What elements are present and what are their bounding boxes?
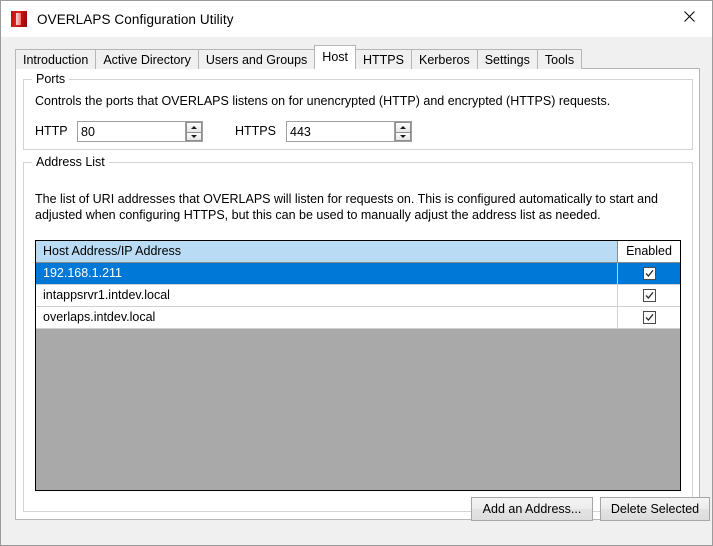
column-header-host-address[interactable]: Host Address/IP Address <box>36 241 618 262</box>
address-list-grid[interactable]: Host Address/IP Address Enabled 192.168.… <box>35 240 681 491</box>
enabled-checkbox[interactable] <box>642 311 656 324</box>
app-logo-icon <box>11 11 27 27</box>
table-row[interactable]: intappsrvr1.intdev.local <box>36 285 680 307</box>
https-port-field[interactable] <box>286 121 412 142</box>
address-list-description: The list of URI addresses that OVERLAPS … <box>35 192 658 222</box>
https-port-input[interactable] <box>287 122 394 141</box>
tab-kerberos[interactable]: Kerberos <box>410 49 478 69</box>
cell-enabled[interactable] <box>618 263 680 284</box>
tab-tools[interactable]: Tools <box>536 49 583 69</box>
title-bar: OVERLAPS Configuration Utility <box>1 1 712 37</box>
tab-introduction[interactable]: Introduction <box>15 49 97 69</box>
close-icon[interactable] <box>666 1 712 32</box>
https-spinner-up-icon[interactable] <box>395 122 411 132</box>
address-list-group-title: Address List <box>32 155 109 169</box>
add-an-address-button[interactable]: Add an Address... <box>471 497 593 521</box>
tab-users-and-groups[interactable]: Users and Groups <box>197 49 316 69</box>
application-window: OVERLAPS Configuration Utility Introduct… <box>0 0 713 546</box>
grid-header-row: Host Address/IP Address Enabled <box>36 241 680 263</box>
tab-strip: Introduction Active Directory Users and … <box>15 45 583 69</box>
enabled-checkbox[interactable] <box>642 267 656 280</box>
ports-group-title: Ports <box>32 72 70 86</box>
cell-enabled[interactable] <box>618 285 680 306</box>
https-port-spinner[interactable] <box>394 122 411 141</box>
cell-host-address: 192.168.1.211 <box>36 263 618 284</box>
tab-host[interactable]: Host <box>314 45 356 69</box>
cell-enabled[interactable] <box>618 307 680 328</box>
http-spinner-down-icon[interactable] <box>186 131 202 141</box>
ports-description: Controls the ports that OVERLAPS listens… <box>35 94 611 108</box>
tab-https[interactable]: HTTPS <box>355 49 412 69</box>
delete-selected-button[interactable]: Delete Selected <box>600 497 710 521</box>
cell-host-address: intappsrvr1.intdev.local <box>36 285 618 306</box>
ports-group-box: Ports Controls the ports that OVERLAPS l… <box>23 72 693 150</box>
tab-active-directory[interactable]: Active Directory <box>95 49 199 69</box>
http-port-spinner[interactable] <box>185 122 202 141</box>
http-port-label: HTTP <box>35 124 68 138</box>
https-spinner-down-icon[interactable] <box>395 131 411 141</box>
tab-page-host: Ports Controls the ports that OVERLAPS l… <box>15 68 710 521</box>
table-row[interactable]: overlaps.intdev.local <box>36 307 680 329</box>
window-title: OVERLAPS Configuration Utility <box>37 11 234 27</box>
https-port-label: HTTPS <box>235 124 276 138</box>
column-header-enabled[interactable]: Enabled <box>618 241 680 262</box>
http-port-input[interactable] <box>78 122 185 141</box>
http-spinner-up-icon[interactable] <box>186 122 202 132</box>
http-port-field[interactable] <box>77 121 203 142</box>
enabled-checkbox[interactable] <box>642 289 656 302</box>
address-list-group-box: Address List The list of URI addresses t… <box>23 155 710 521</box>
tab-settings[interactable]: Settings <box>476 49 538 69</box>
cell-host-address: overlaps.intdev.local <box>36 307 618 328</box>
table-row[interactable]: 192.168.1.211 <box>36 263 680 285</box>
